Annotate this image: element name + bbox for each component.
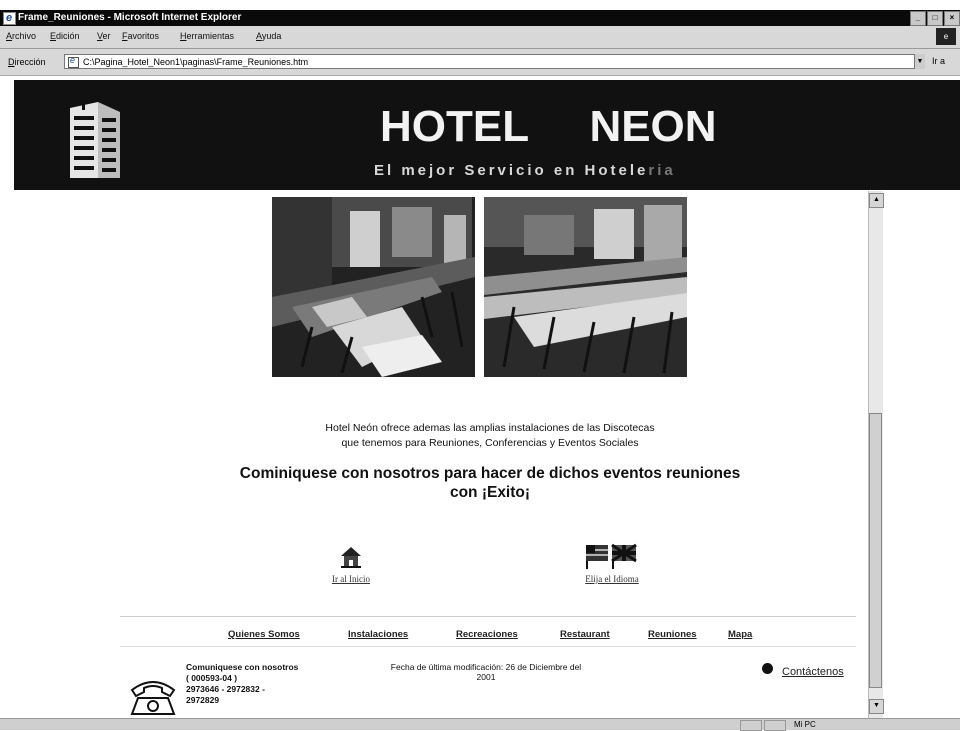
description-line-1: Hotel Neón ofrece ademas las amplias ins…	[325, 422, 655, 434]
highlight-line-1: Cominiquese con nosotros para hacer de d…	[239, 465, 741, 482]
hotel-subtitle-main: El mejor Servicio en Hotele	[374, 162, 649, 179]
maximize-button[interactable]: □	[927, 11, 943, 26]
last-modified-line-1: Fecha de última modificación: 26 de Dici…	[390, 662, 582, 672]
highlight-line-2: con ¡Exito¡	[449, 484, 531, 501]
link-quienes-somos[interactable]: Quienes Somos	[228, 629, 300, 640]
flags-icon[interactable]	[584, 542, 640, 570]
address-label: Dirección	[8, 57, 46, 67]
ie-throbber-icon: e	[936, 28, 956, 45]
status-bar: Mi PC	[0, 718, 960, 731]
hotel-subtitle: El mejor Servicio en Hoteleria	[374, 162, 676, 179]
description-line-2: que tenemos para Reuniones, Conferencias…	[341, 437, 639, 449]
window-title: Frame_Reuniones - Microsoft Internet Exp…	[18, 12, 242, 23]
contact-title: Comuniquese con nosotros	[186, 662, 299, 672]
page-icon	[68, 55, 79, 68]
link-recreaciones[interactable]: Recreaciones	[456, 629, 518, 640]
window-controls: _ □ ×	[910, 11, 960, 26]
menu-herramientas[interactable]: Herramientas	[180, 31, 234, 41]
link-reuniones[interactable]: Reuniones	[648, 629, 697, 640]
scroll-up-button[interactable]: ▲	[869, 193, 884, 208]
contact-code: ( 000593-04 )	[186, 673, 238, 683]
menu-edicion[interactable]: Edición	[50, 31, 80, 41]
description-text: Hotel Neón ofrece ademas las amplias ins…	[180, 421, 800, 451]
window-title-bar: Frame_Reuniones - Microsoft Internet Exp…	[0, 10, 960, 26]
scroll-thumb[interactable]	[869, 413, 882, 688]
minimize-button[interactable]: _	[910, 11, 926, 26]
status-pane-1	[740, 720, 762, 731]
footer-divider-2	[120, 646, 856, 647]
close-button[interactable]: ×	[944, 11, 960, 26]
status-zone: Mi PC	[794, 720, 816, 729]
contact-phones: 2973646 - 2972832 -	[186, 684, 265, 694]
vertical-scrollbar[interactable]: ▲ ▼	[868, 191, 884, 718]
highlight-text: Cominiquese con nosotros para hacer de d…	[180, 464, 800, 502]
hotel-title-left: HOTEL	[380, 102, 529, 151]
hotel-building-logo-icon	[70, 100, 120, 178]
hotel-title: HOTEL NEON	[380, 102, 717, 152]
scroll-down-button[interactable]: ▼	[869, 699, 884, 714]
language-link[interactable]: Elija el Idioma	[572, 574, 652, 584]
ie-logo-icon	[3, 10, 16, 26]
address-value: C:\Pagina_Hotel_Neon1\paginas\Frame_Reun…	[83, 57, 309, 67]
telephone-icon	[130, 681, 176, 715]
last-modified-line-2: 2001	[476, 672, 496, 682]
menu-ver[interactable]: Ver	[97, 31, 111, 41]
footer-divider	[120, 616, 856, 617]
menu-ayuda[interactable]: Ayuda	[256, 31, 281, 41]
link-mapa[interactable]: Mapa	[728, 629, 752, 640]
link-instalaciones[interactable]: Instalaciones	[348, 629, 408, 640]
meeting-room-photo-1	[272, 197, 475, 377]
hotel-header-banner: HOTEL NEON El mejor Servicio en Hoteleri…	[14, 80, 960, 190]
status-pane-2	[764, 720, 786, 731]
address-dropdown-button[interactable]: ▼	[914, 54, 925, 69]
home-icon[interactable]	[339, 545, 363, 569]
link-restaurant[interactable]: Restaurant	[560, 629, 610, 640]
go-button[interactable]: Ir a	[932, 56, 945, 66]
hotel-title-right: NEON	[589, 102, 717, 151]
contact-phone-last: 2972829	[186, 695, 220, 705]
meeting-room-photo-2	[484, 197, 687, 377]
contact-link[interactable]: Contáctenos	[782, 666, 844, 678]
menu-favoritos[interactable]: Favoritos	[122, 31, 159, 41]
home-link[interactable]: Ir al Inicio	[311, 574, 391, 584]
menu-bar: Archivo Edición Ver Favoritos Herramient…	[0, 26, 960, 49]
last-modified: Fecha de última modificación: 26 de Dici…	[352, 662, 620, 682]
menu-archivo[interactable]: Archivo	[6, 31, 36, 41]
bullet-icon	[762, 663, 773, 674]
address-input[interactable]: C:\Pagina_Hotel_Neon1\paginas\Frame_Reun…	[64, 54, 924, 69]
hotel-subtitle-fade: ria	[648, 162, 676, 179]
address-bar: Dirección C:\Pagina_Hotel_Neon1\paginas\…	[0, 49, 960, 76]
contact-info: Comuniquese con nosotros ( 000593-04 ) 2…	[186, 662, 298, 706]
